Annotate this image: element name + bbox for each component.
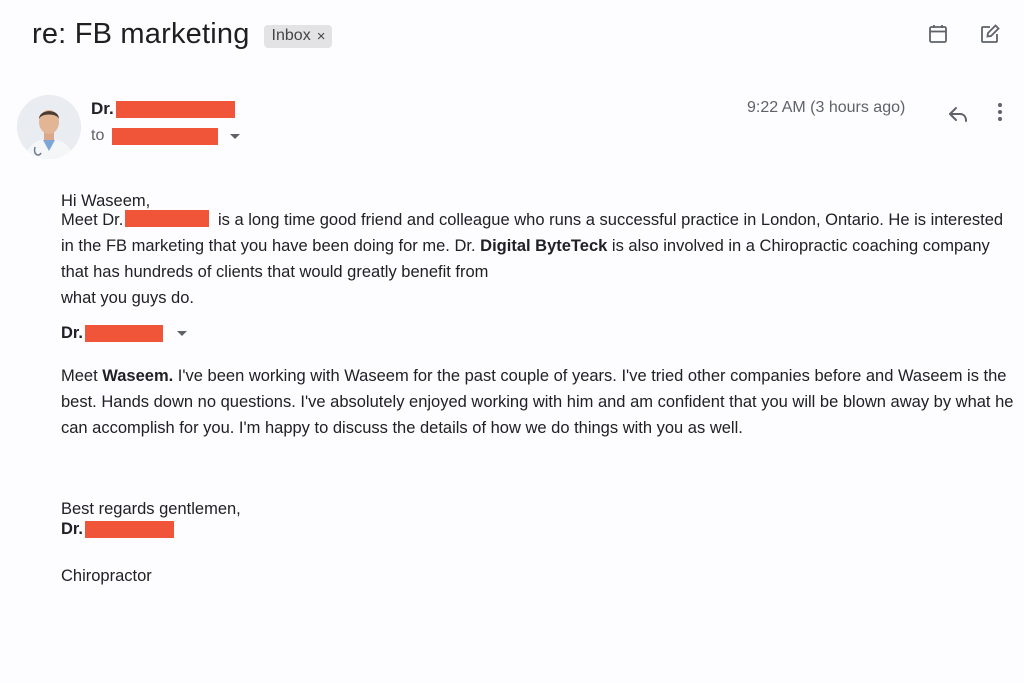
email-view: re: FB marketing Inbox × Dr. to 9:22 AM … bbox=[0, 0, 1024, 683]
redacted-quoted-sender bbox=[85, 325, 164, 342]
recipient-line[interactable]: to bbox=[91, 127, 241, 145]
avatar bbox=[17, 95, 81, 159]
para2-rest: I've been working with Waseem for the pa… bbox=[61, 367, 1014, 437]
email-subject: re: FB marketing bbox=[32, 18, 250, 50]
para1-bold-name: Digital ByteTeck bbox=[480, 237, 608, 255]
redacted-signature bbox=[85, 521, 175, 538]
chevron-down-icon[interactable] bbox=[230, 133, 241, 139]
signature-prefix: Dr. bbox=[61, 520, 84, 538]
para1-start: Meet Dr. bbox=[61, 211, 124, 229]
remove-label-icon[interactable]: × bbox=[317, 28, 326, 45]
quoted-sender[interactable]: Dr. bbox=[61, 324, 188, 343]
timestamp: 9:22 AM (3 hours ago) bbox=[747, 99, 906, 116]
label-text: Inbox bbox=[271, 27, 311, 44]
calendar-icon[interactable] bbox=[926, 22, 950, 46]
sender-prefix: Dr. bbox=[91, 99, 114, 118]
redacted-recipient bbox=[112, 127, 219, 145]
signature-name: Dr. bbox=[61, 520, 175, 539]
quoted-sender-prefix: Dr. bbox=[61, 324, 84, 342]
para1-last-line: what you guys do. bbox=[61, 289, 194, 307]
para2-start: Meet bbox=[61, 367, 103, 385]
redacted-name bbox=[125, 210, 210, 227]
to-label: to bbox=[91, 127, 105, 144]
sender-name[interactable]: Dr. bbox=[91, 99, 235, 119]
body-paragraph-2: Meet Waseem. I've been working with Wase… bbox=[61, 363, 1016, 441]
signature-title: Chiropractor bbox=[61, 566, 152, 585]
inbox-label-chip[interactable]: Inbox × bbox=[263, 25, 333, 48]
chevron-down-icon[interactable] bbox=[177, 331, 188, 336]
body-paragraph-1: Meet Dr. is a long time good friend and … bbox=[61, 207, 1016, 311]
redacted-sender bbox=[115, 100, 235, 118]
para2-bold-name: Waseem. bbox=[102, 367, 174, 385]
subject-row: re: FB marketing Inbox × bbox=[32, 18, 333, 51]
edit-icon[interactable] bbox=[978, 22, 1002, 46]
more-vert-icon[interactable] bbox=[990, 100, 1010, 124]
reply-icon[interactable] bbox=[946, 102, 970, 126]
closing-line: Best regards gentlemen, bbox=[61, 499, 241, 518]
